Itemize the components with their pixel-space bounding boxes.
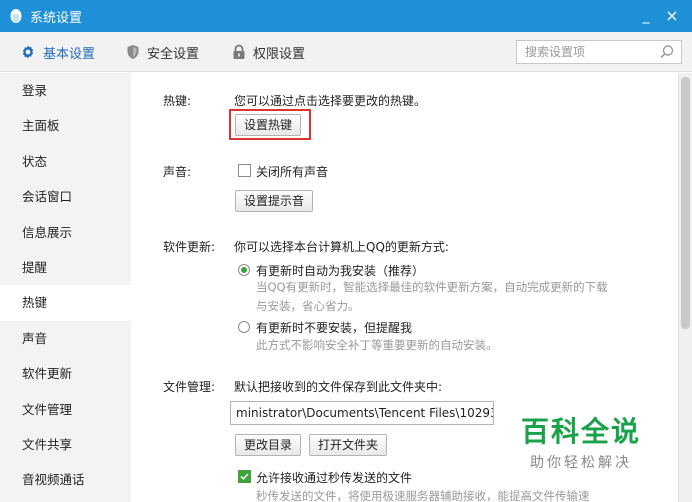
update-notify-radio[interactable] xyxy=(238,321,250,333)
watermark-main-text: 百科全说 xyxy=(520,415,641,448)
watermark: 百科全说 助你轻松解决 xyxy=(516,410,646,472)
watermark-sub-text: 助你轻松解决 xyxy=(530,455,632,471)
change-directory-button[interactable]: 更改目录 xyxy=(235,434,302,456)
minimize-button[interactable]: _ xyxy=(636,6,656,26)
allow-fast-transfer-checkbox[interactable] xyxy=(238,470,251,483)
sidebar-item-login[interactable]: 登录 xyxy=(0,73,131,108)
sidebar-item-sound[interactable]: 声音 xyxy=(0,321,131,356)
content-scrollbar[interactable] xyxy=(678,73,692,502)
settings-sidebar: 登录 主面板 状态 会话窗口 信息展示 提醒 热键 声音 软件更新 文件管理 文… xyxy=(0,73,131,502)
scrollbar-thumb[interactable] xyxy=(681,77,690,329)
search-input[interactable] xyxy=(517,41,653,63)
tab-label: 基本设置 xyxy=(43,46,96,62)
open-folder-button[interactable]: 打开文件夹 xyxy=(309,434,388,456)
tab-permission-settings[interactable]: 权限设置 xyxy=(232,32,305,72)
set-hotkey-button[interactable]: 设置热键 xyxy=(235,114,302,136)
gear-icon xyxy=(22,45,34,59)
tab-label: 权限设置 xyxy=(253,46,306,62)
sound-section-label: 声音: xyxy=(163,165,192,179)
sidebar-item-status[interactable]: 状态 xyxy=(0,144,131,179)
sidebar-item-software-update[interactable]: 软件更新 xyxy=(0,356,131,391)
window-title: 系统设置 xyxy=(30,10,83,26)
title-bar: 系统设置 _ × xyxy=(0,0,692,32)
save-folder-path-input[interactable] xyxy=(230,401,494,425)
sidebar-item-av-call[interactable]: 音视频通话 xyxy=(0,462,131,497)
tab-security-settings[interactable]: 安全设置 xyxy=(126,32,199,72)
sidebar-item-chat-window[interactable]: 会话窗口 xyxy=(0,179,131,214)
lock-icon xyxy=(233,44,245,59)
tab-basic-settings[interactable]: 基本设置 xyxy=(20,32,95,72)
tab-label: 安全设置 xyxy=(147,46,200,62)
sidebar-item-info-display[interactable]: 信息展示 xyxy=(0,215,131,250)
sidebar-item-file-sharing[interactable]: 文件共享 xyxy=(0,427,131,462)
allow-fast-transfer-label: 允许接收通过秒传发送的文件 xyxy=(256,471,413,485)
file-section-label: 文件管理: xyxy=(163,380,216,394)
hotkey-hint: 您可以通过点击选择要更改的热键。 xyxy=(234,94,427,108)
sidebar-item-file-management[interactable]: 文件管理 xyxy=(0,392,131,427)
hotkey-section-label: 热键: xyxy=(163,94,192,108)
sidebar-item-main-panel[interactable]: 主面板 xyxy=(0,108,131,143)
sidebar-item-hotkey[interactable]: 热键 xyxy=(0,285,131,321)
shield-icon xyxy=(127,45,139,59)
mute-all-checkbox[interactable] xyxy=(238,164,251,177)
close-button[interactable]: × xyxy=(662,6,682,26)
allow-fast-transfer-desc: 秒传发送的文件，将使用极速服务器辅助接收，能提高文件传输速 xyxy=(256,489,590,502)
update-auto-label: 有更新时自动为我安装（推荐） xyxy=(256,264,425,278)
update-notify-label: 有更新时不要安装，但提醒我 xyxy=(256,321,413,335)
update-auto-radio[interactable] xyxy=(238,264,250,276)
update-notify-desc: 此方式不影响安全补丁等重要更新的自动安装。 xyxy=(256,338,498,352)
file-hint: 默认把接收到的文件保存到此文件夹中: xyxy=(234,380,443,394)
sidebar-item-reminder[interactable]: 提醒 xyxy=(0,250,131,285)
search-box xyxy=(516,40,682,64)
update-auto-desc-2: 与安装，省心省力。 xyxy=(256,299,360,313)
search-icon[interactable] xyxy=(659,44,675,60)
settings-tabs-bar: 基本设置 安全设置 权限设置 xyxy=(0,32,692,72)
mute-all-label: 关闭所有声音 xyxy=(256,165,329,179)
update-hint: 你可以选择本台计算机上QQ的更新方式: xyxy=(234,240,449,254)
checkmark-icon xyxy=(239,471,250,482)
update-section-label: 软件更新: xyxy=(163,240,216,254)
set-alert-sound-button[interactable]: 设置提示音 xyxy=(235,190,314,212)
update-auto-desc: 当QQ有更新时，智能选择最佳的软件更新方案，自动完成更新的下载 xyxy=(256,280,608,294)
qq-penguin-icon xyxy=(10,9,22,23)
